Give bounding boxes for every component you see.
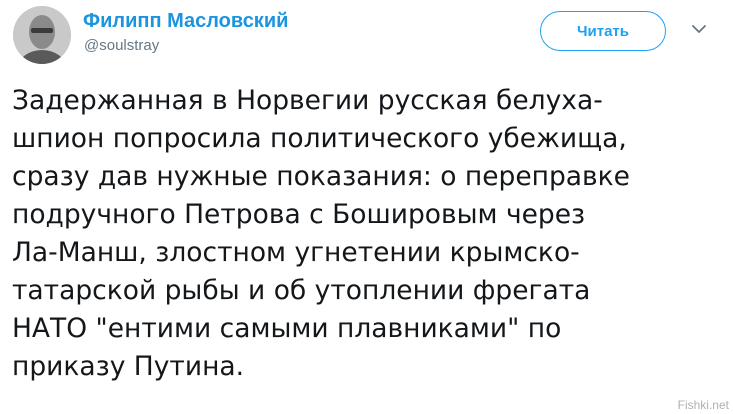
author-username[interactable]: @soulstray	[84, 36, 159, 56]
avatar-photo	[13, 6, 71, 64]
chevron-down-icon[interactable]	[692, 24, 706, 34]
tweet-text: Задержанная в Норвегии русская белуха- ш…	[12, 85, 630, 382]
avatar[interactable]	[13, 6, 71, 64]
watermark: Fishki.net	[677, 398, 729, 412]
follow-button[interactable]: Читать	[540, 11, 666, 51]
author-display-name[interactable]: Филипп Масловский	[83, 9, 288, 33]
